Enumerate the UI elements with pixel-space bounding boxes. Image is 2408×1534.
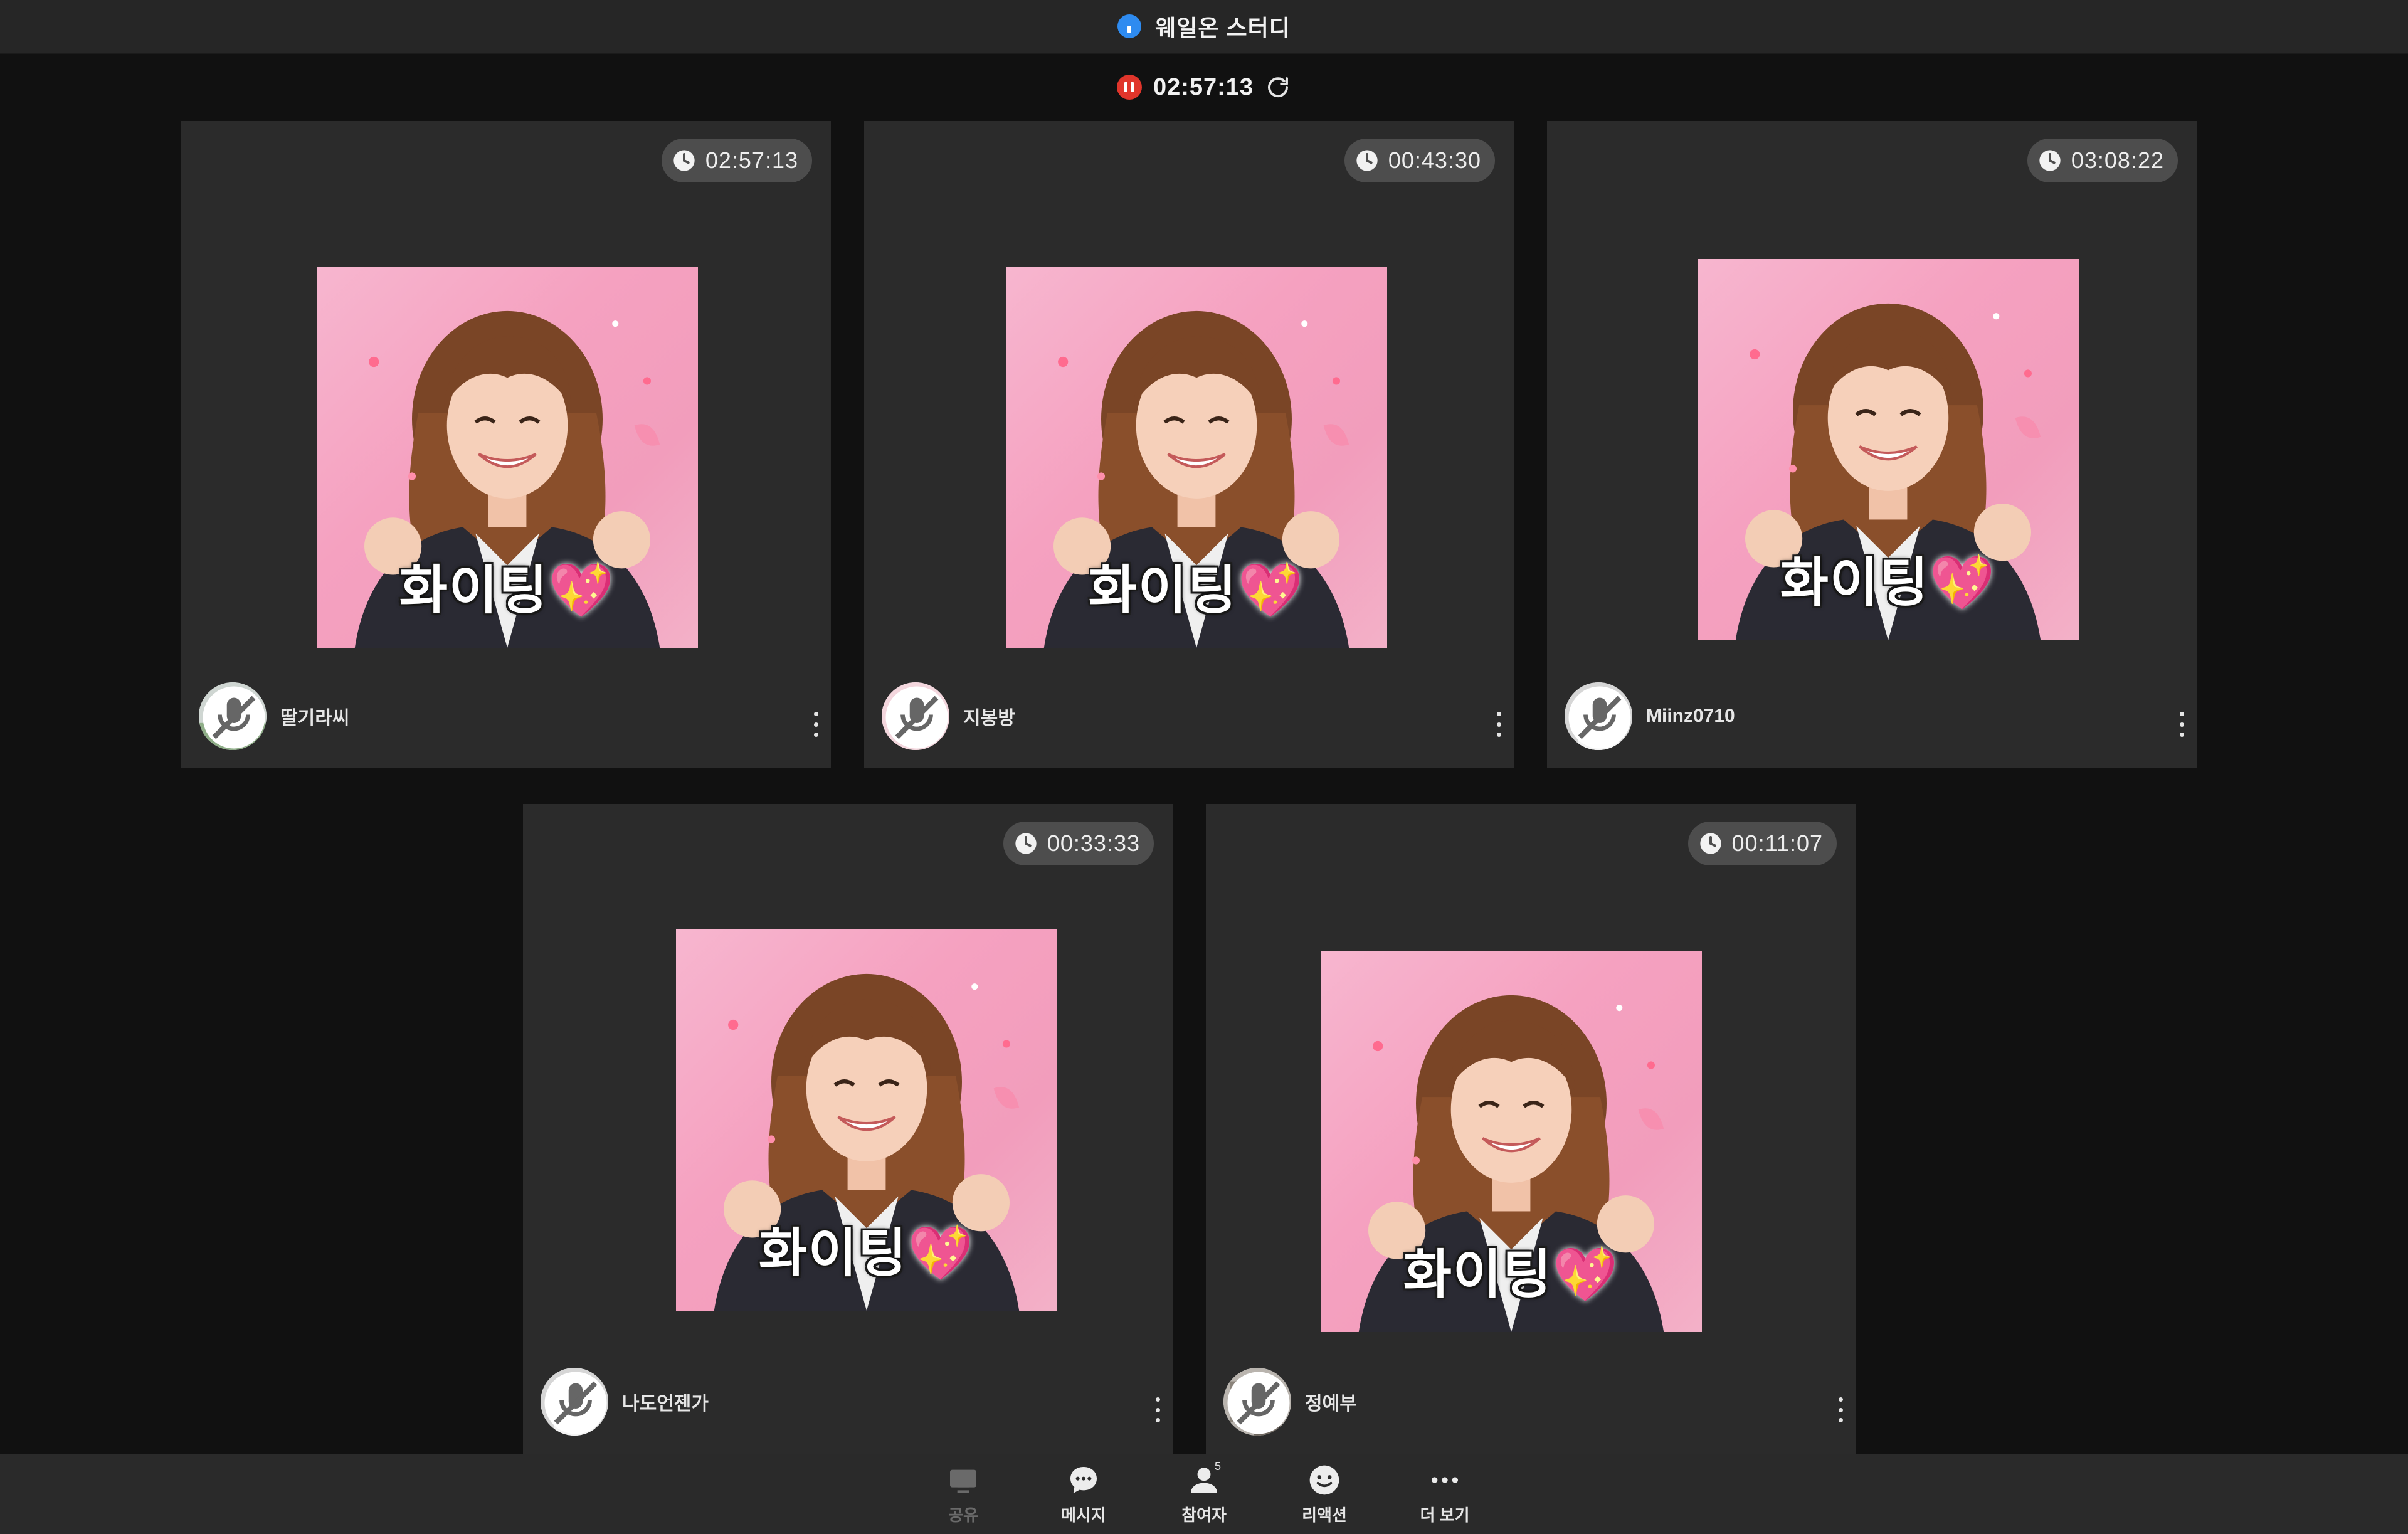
timer-badge: 00:33:33 [1003, 822, 1154, 865]
participant-name: 딸기라씨 [280, 708, 350, 729]
more-options-button[interactable] [1491, 706, 1506, 743]
reaction-label: 리액션 [1302, 1505, 1347, 1525]
avatar [1565, 682, 1632, 750]
chat-bubble-icon [1070, 1466, 1097, 1493]
video-frame: 화이팅💖 [1698, 259, 2079, 640]
more-options-button[interactable] [1150, 1391, 1165, 1429]
avatar [882, 682, 949, 750]
title-bar: 웨일온 스터디 [0, 0, 2408, 54]
video-frame: 화이팅💖 [317, 267, 698, 648]
participant-name: 나도언젠가 [622, 1394, 709, 1414]
avatar [1223, 1368, 1291, 1436]
participant-info: 딸기라씨 [199, 682, 813, 751]
timer-badge: 00:43:30 [1344, 139, 1495, 182]
clock-icon [1354, 148, 1380, 173]
timer-text: 00:33:33 [1047, 830, 1140, 856]
video-frame: 화이팅💖 [1321, 951, 1702, 1332]
more-options-button[interactable] [808, 706, 823, 743]
participant-info: 정예부 [1223, 1367, 1838, 1436]
mic-off-icon [542, 1369, 608, 1436]
ellipsis-icon [1432, 1476, 1458, 1483]
clock-icon [1698, 831, 1723, 856]
bottom-toolbar: 공유 메시지 5 참여자 리액션 더 보기 [0, 1454, 2408, 1534]
video-caption: 화이팅💖 [399, 561, 616, 620]
pause-recording-icon[interactable] [1116, 75, 1142, 100]
timer-text: 00:43:30 [1388, 147, 1481, 173]
video-frame: 화이팅💖 [676, 929, 1057, 1311]
participant-tile[interactable]: 00:11:07 화이팅💖 정예부 [1206, 804, 1856, 1454]
share-label: 공유 [948, 1505, 978, 1525]
participant-name: 지봉방 [963, 708, 1015, 729]
participant-tile[interactable]: 03:08:22 화이팅💖 Miinz0710 [1547, 121, 2197, 768]
window-title: 웨일온 스터디 [1155, 15, 1291, 41]
timer-text: 02:57:13 [705, 147, 798, 173]
refresh-icon[interactable] [1265, 74, 1291, 100]
participants-label: 참여자 [1181, 1505, 1227, 1525]
participant-info: Miinz0710 [1565, 682, 2179, 751]
info-icon[interactable] [1117, 14, 1142, 38]
participants-count: 5 [1215, 1459, 1222, 1473]
participant-tile[interactable]: 00:43:30 화이팅💖 지봉방 [864, 121, 1514, 768]
screen-share-icon [950, 1469, 976, 1493]
participant-info: 나도언젠가 [541, 1367, 1155, 1436]
avatar [199, 682, 267, 750]
clock-icon [1013, 831, 1038, 856]
clock-icon [2037, 148, 2062, 173]
video-caption: 화이팅💖 [1403, 1245, 1620, 1304]
share-button[interactable]: 공유 [935, 1463, 991, 1526]
video-caption: 화이팅💖 [1088, 561, 1305, 620]
avatar [541, 1368, 608, 1436]
participant-name: Miinz0710 [1646, 706, 1735, 726]
clock-icon [672, 148, 697, 173]
more-options-button[interactable] [2174, 706, 2189, 743]
timer-text: 03:08:22 [2071, 147, 2164, 173]
video-caption: 화이팅💖 [1780, 553, 1997, 612]
more-label: 더 보기 [1420, 1505, 1470, 1525]
participant-tile[interactable]: 02:57:13 화이팅💖 딸기라씨 [181, 121, 831, 768]
participant-info: 지봉방 [882, 682, 1496, 751]
mic-off-icon [200, 684, 267, 750]
timer-badge: 00:11:07 [1687, 822, 1837, 865]
mic-off-icon [1225, 1369, 1291, 1436]
participants-button[interactable]: 5 참여자 [1176, 1459, 1232, 1526]
recording-status: 02:57:13 [0, 65, 2408, 109]
more-button[interactable]: 더 보기 [1417, 1463, 1473, 1526]
timer-badge: 02:57:13 [661, 139, 812, 182]
video-caption: 화이팅💖 [758, 1224, 975, 1283]
message-button[interactable]: 메시지 [1055, 1463, 1112, 1526]
smiley-icon [1309, 1465, 1339, 1494]
timer-text: 00:11:07 [1731, 830, 1823, 856]
participant-name: 정예부 [1305, 1394, 1357, 1414]
video-frame: 화이팅💖 [1006, 267, 1387, 648]
more-options-button[interactable] [1833, 1391, 1848, 1429]
message-label: 메시지 [1061, 1505, 1106, 1525]
recording-time: 02:57:13 [1153, 73, 1254, 100]
mic-off-icon [1566, 684, 1632, 750]
mic-off-icon [883, 684, 949, 750]
participant-tile[interactable]: 00:33:33 화이팅💖 나도언젠가 [523, 804, 1173, 1454]
timer-badge: 03:08:22 [2027, 139, 2178, 182]
reaction-button[interactable]: 리액션 [1296, 1463, 1353, 1526]
